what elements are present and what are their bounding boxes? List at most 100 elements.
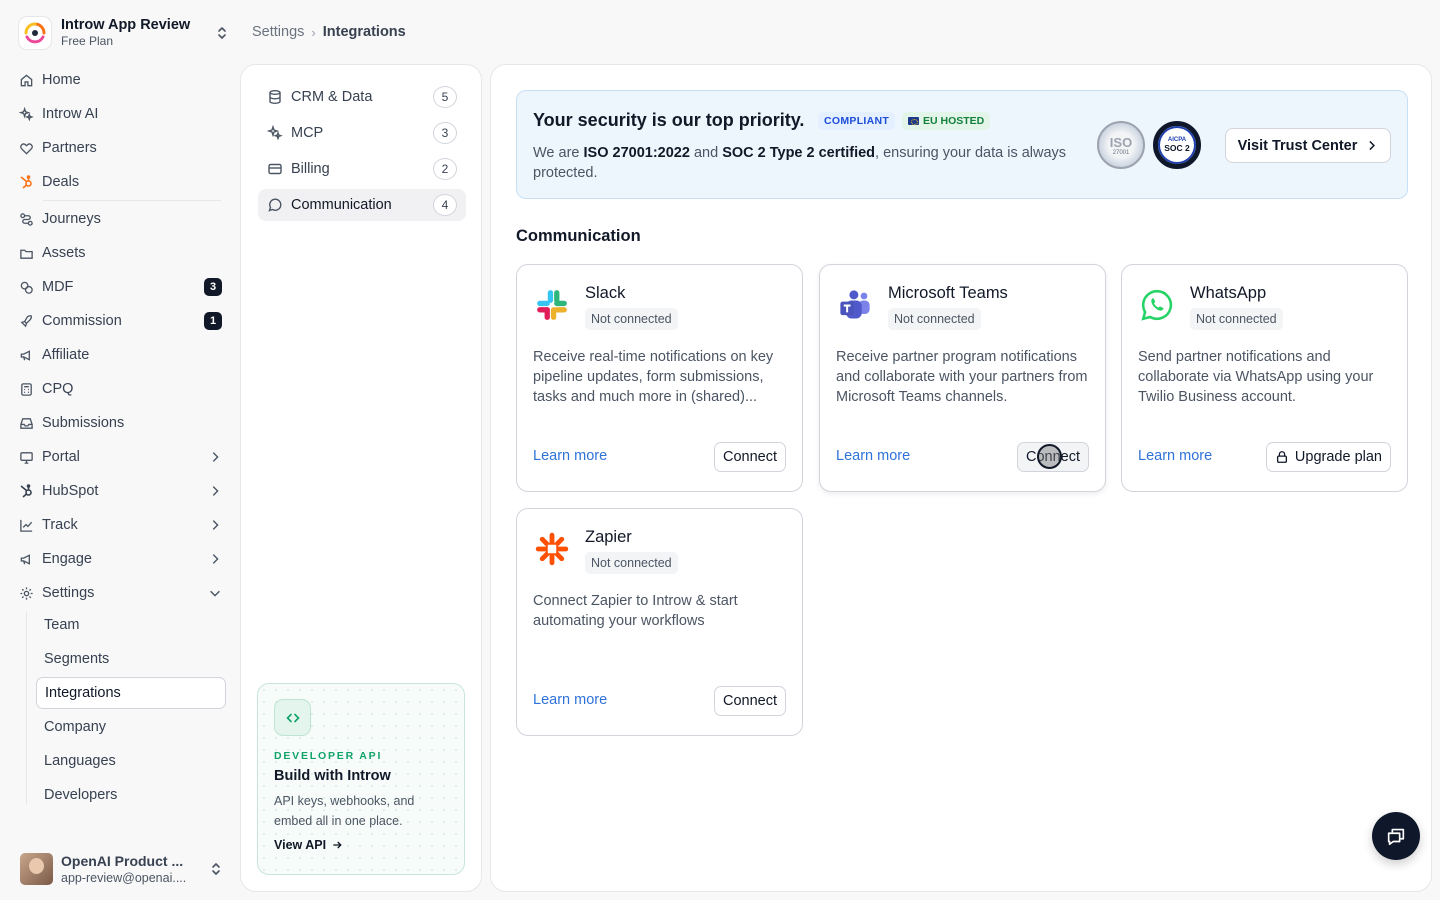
nav-affiliate-label: Affiliate	[42, 347, 90, 363]
eu-flag-icon	[908, 117, 919, 125]
nav-track[interactable]: Track	[18, 510, 222, 540]
nav-home[interactable]: Home	[18, 65, 222, 95]
subnav-segments[interactable]: Segments	[36, 643, 226, 675]
user-name: OpenAI Product ...	[61, 852, 184, 869]
handshake-icon	[18, 140, 34, 156]
nav-submissions[interactable]: Submissions	[18, 408, 222, 438]
breadcrumb-settings[interactable]: Settings	[252, 24, 304, 40]
connect-button[interactable]: Connect	[713, 442, 786, 472]
developer-api-card[interactable]: DEVELOPER API Build with Introw API keys…	[257, 683, 465, 875]
chat-support-button[interactable]	[1372, 812, 1420, 860]
chevron-right-icon	[212, 554, 219, 564]
nav-deals-label: Deals	[42, 174, 80, 190]
nav-mdf-label: MDF	[42, 279, 74, 295]
category-count: 4	[433, 194, 457, 216]
developer-description: API keys, webhooks, and embed all in one…	[274, 794, 415, 828]
nav-affiliate[interactable]: Affiliate	[18, 340, 222, 370]
nav-hubspot[interactable]: HubSpot	[18, 476, 222, 506]
integration-name: Microsoft Teams	[888, 284, 1008, 302]
subnav-languages[interactable]: Languages	[36, 745, 226, 777]
breadcrumb-separator: ›	[311, 24, 316, 40]
integration-description: Receive real-time notifications on key p…	[533, 349, 774, 405]
megaphone-icon	[18, 347, 34, 363]
nav-portal[interactable]: Portal	[18, 442, 222, 472]
sidebar: Introw App Review Free Plan Home Introw …	[0, 0, 240, 900]
category-label: MCP	[291, 125, 324, 141]
learn-more-link[interactable]: Learn more	[1138, 448, 1212, 464]
integration-name: WhatsApp	[1190, 284, 1267, 302]
nav-mdf[interactable]: MDF 3	[18, 272, 222, 302]
nav-engage[interactable]: Engage	[18, 544, 222, 574]
workspace-switcher[interactable]: Introw App Review Free Plan	[18, 14, 230, 52]
iso-seal-number: 27001	[1112, 149, 1130, 156]
category-mcp[interactable]: MCP 3	[258, 117, 466, 149]
message-circle-icon	[268, 198, 282, 212]
nav-engage-label: Engage	[42, 551, 92, 567]
learn-more-link[interactable]: Learn more	[533, 448, 607, 464]
soc2-certification: SOC 2 Type 2 certified	[722, 145, 876, 161]
integration-categories-panel: CRM & Data 5 MCP 3 Billing 2 Communicati…	[240, 64, 482, 892]
subnav-developers[interactable]: Developers	[36, 779, 226, 811]
chevron-right-icon	[212, 452, 219, 462]
nav-cpq[interactable]: CPQ	[18, 374, 222, 404]
developer-kicker: DEVELOPER API	[274, 750, 383, 762]
microsoft-teams-logo-icon	[837, 287, 873, 323]
subnav-integrations[interactable]: Integrations	[36, 677, 226, 709]
connect-button[interactable]: Connect	[713, 686, 786, 716]
iso-seal-text: ISO	[1109, 134, 1133, 150]
integration-name: Zapier	[585, 528, 632, 546]
nav-deals[interactable]: Deals	[18, 167, 222, 197]
upgrade-plan-button[interactable]: Upgrade plan	[1265, 442, 1391, 472]
developer-title: Build with Introw	[274, 768, 391, 784]
upgrade-plan-label: Upgrade plan	[1294, 449, 1382, 465]
nav-cpq-label: CPQ	[42, 381, 74, 397]
subnav-company[interactable]: Company	[36, 711, 226, 743]
connection-status-badge: Not connected	[1190, 308, 1283, 330]
category-count: 3	[433, 122, 457, 144]
security-desc-part: We are	[533, 145, 584, 161]
nav-assets[interactable]: Assets	[18, 238, 222, 268]
nav-journeys[interactable]: Journeys	[18, 204, 222, 234]
connection-status-badge: Not connected	[585, 308, 678, 330]
user-menu[interactable]: OpenAI Product ... app-review@openai....	[20, 852, 224, 886]
code-icon	[274, 699, 311, 736]
workspace-plan: Free Plan	[61, 34, 114, 48]
visit-trust-center-button[interactable]: Visit Trust Center	[1225, 128, 1391, 163]
chevron-right-icon	[212, 520, 219, 530]
iso-certification: ISO 27001:2022	[583, 145, 690, 161]
compliant-badge: COMPLIANT	[818, 112, 896, 130]
hubspot-icon	[18, 483, 34, 499]
subnav-team[interactable]: Team	[36, 609, 226, 641]
chat-icon	[1387, 828, 1405, 846]
mdf-count-badge: 3	[204, 278, 222, 296]
security-banner: Your security is our top priority. COMPL…	[516, 90, 1408, 199]
nav-settings[interactable]: Settings	[18, 578, 222, 608]
zapier-logo-icon	[534, 531, 570, 567]
learn-more-link[interactable]: Learn more	[533, 692, 607, 708]
credit-card-icon	[268, 163, 282, 175]
view-api-label: View API	[274, 838, 327, 852]
security-title: Your security is our top priority.	[533, 110, 805, 130]
section-title: Communication	[516, 227, 641, 245]
breadcrumb-current: Integrations	[322, 24, 406, 40]
category-billing[interactable]: Billing 2	[258, 153, 466, 185]
chevron-down-icon	[210, 590, 220, 597]
category-crm-data[interactable]: CRM & Data 5	[258, 81, 466, 113]
gear-icon	[18, 585, 34, 601]
learn-more-link[interactable]: Learn more	[836, 448, 910, 464]
view-api-link[interactable]: View API	[274, 838, 448, 852]
category-communication[interactable]: Communication 4	[258, 189, 466, 221]
nav-commission[interactable]: Commission 1	[18, 306, 222, 336]
lock-icon	[1276, 451, 1287, 463]
nav-introw-ai[interactable]: Introw AI	[18, 99, 222, 129]
nav-partners[interactable]: Partners	[18, 133, 222, 163]
trust-button-label: Visit Trust Center	[1237, 137, 1358, 154]
avatar	[20, 853, 53, 885]
integration-card-zapier: Zapier Not connected Connect Zapier to I…	[516, 508, 803, 736]
category-label: Billing	[291, 161, 330, 177]
slack-logo-icon	[534, 287, 570, 323]
breadcrumb: Settings › Integrations	[252, 22, 406, 42]
integration-description: Connect Zapier to Introw & start automat…	[533, 593, 738, 629]
calculator-icon	[18, 381, 34, 397]
hubspot-deals-icon	[18, 174, 34, 190]
